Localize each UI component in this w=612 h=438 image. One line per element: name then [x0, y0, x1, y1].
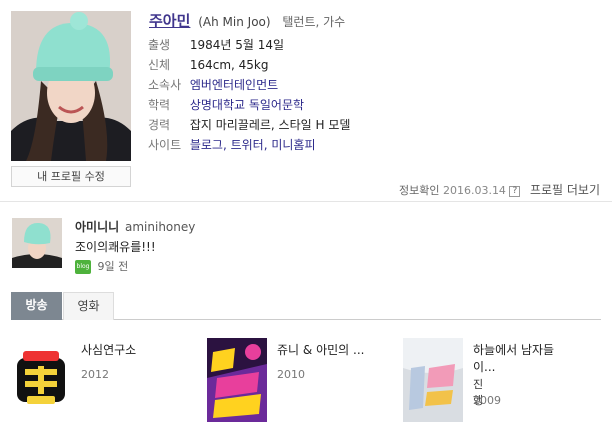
profile-name-row: 주아민 (Ah Min Joo) 탤런트, 가수 — [149, 10, 345, 31]
show-title-line2: 이... — [473, 360, 496, 374]
help-icon[interactable]: ? — [509, 185, 521, 197]
info-label: 학력 — [148, 98, 171, 112]
divider — [0, 201, 612, 202]
info-label: 신체 — [148, 58, 171, 72]
sns-author: 아미니니 aminihoney — [75, 218, 195, 235]
education-link[interactable]: 상명대학교 독일어문학 — [190, 98, 304, 112]
info-row-education: 학력 상명대학교 독일어문학 — [148, 98, 350, 118]
show-year: 2009 — [473, 394, 501, 407]
show-item[interactable]: 쥬니 & 아민의 ... 2010 — [207, 338, 364, 422]
filmography-tabs: 방송 영화 — [11, 292, 601, 320]
blog-icon: blog — [75, 260, 91, 274]
show-year: 2012 — [81, 368, 109, 381]
show-list: 사심연구소 2012 쥬니 & 아민의 ... 2010 하늘에서 남자들 이.… — [0, 338, 612, 428]
show-title[interactable]: 쥬니 & 아민의 ... — [277, 341, 364, 358]
info-value: 164cm, 45kg — [189, 58, 269, 72]
tab-broadcast[interactable]: 방송 — [11, 292, 62, 320]
show-title[interactable]: 사심연구소 — [81, 341, 136, 358]
verify-date: 2016.03.14 — [442, 184, 506, 197]
info-value: 잡지 마리끌레르, 스타일 H 모델 — [189, 118, 351, 132]
show-title-line1: 하늘에서 남자들 — [473, 343, 555, 357]
sns-avatar[interactable] — [12, 218, 62, 268]
agency-link[interactable]: 엠버엔터테인먼트 — [190, 78, 278, 92]
info-row-body: 신체 164cm, 45kg — [148, 58, 350, 78]
sns-avatar-image — [12, 218, 62, 268]
profile-name-link[interactable]: 주아민 — [149, 12, 190, 30]
profile-info-list: 출생 1984년 5월 14일 신체 164cm, 45kg 소속사 엠버엔터테… — [148, 38, 350, 158]
show-poster[interactable] — [403, 338, 463, 422]
profile-name-english: (Ah Min Joo) — [198, 15, 271, 29]
info-verify-row: 정보확인 2016.03.14 ? 프로필 더보기 — [399, 181, 600, 198]
profile-more-link[interactable]: 프로필 더보기 — [530, 183, 600, 197]
sns-post-text[interactable]: 조이의쾌유를!!! — [75, 238, 156, 255]
show-poster[interactable] — [207, 338, 267, 422]
sites-links[interactable]: 블로그, 트위터, 미니홈피 — [190, 138, 316, 152]
show-year: 2010 — [277, 368, 305, 381]
sns-time: 9일 전 — [97, 260, 129, 273]
info-value: 1984년 5월 14일 — [189, 38, 285, 52]
tab-movie[interactable]: 영화 — [63, 292, 114, 320]
info-row-agency: 소속사 엠버엔터테인먼트 — [148, 78, 350, 98]
poster-image — [403, 338, 463, 422]
sns-meta: blog 9일 전 — [75, 258, 128, 274]
verify-label: 정보확인 — [398, 184, 440, 197]
show-poster[interactable] — [11, 338, 71, 422]
info-label: 소속사 — [148, 78, 182, 92]
info-label: 출생 — [148, 38, 171, 52]
info-label: 사이트 — [148, 138, 182, 152]
poster-image — [207, 338, 267, 422]
profile-roles: 탤런트, 가수 — [282, 15, 346, 29]
edit-profile-button[interactable]: 내 프로필 수정 — [11, 166, 131, 187]
show-item[interactable]: 하늘에서 남자들 이... 진행 2009 — [403, 338, 554, 422]
show-item[interactable]: 사심연구소 2012 — [11, 338, 136, 422]
info-label: 경력 — [148, 118, 171, 132]
sns-id: aminihoney — [125, 220, 196, 234]
profile-photo[interactable] — [11, 11, 131, 161]
info-row-birth: 출생 1984년 5월 14일 — [148, 38, 350, 58]
info-row-career: 경력 잡지 마리끌레르, 스타일 H 모델 — [148, 118, 350, 138]
sns-nickname[interactable]: 아미니니 — [75, 220, 119, 234]
poster-image — [11, 338, 71, 422]
profile-photo-image — [11, 11, 131, 161]
info-row-sites: 사이트 블로그, 트위터, 미니홈피 — [148, 138, 350, 158]
show-title[interactable]: 하늘에서 남자들 이... — [473, 341, 554, 375]
